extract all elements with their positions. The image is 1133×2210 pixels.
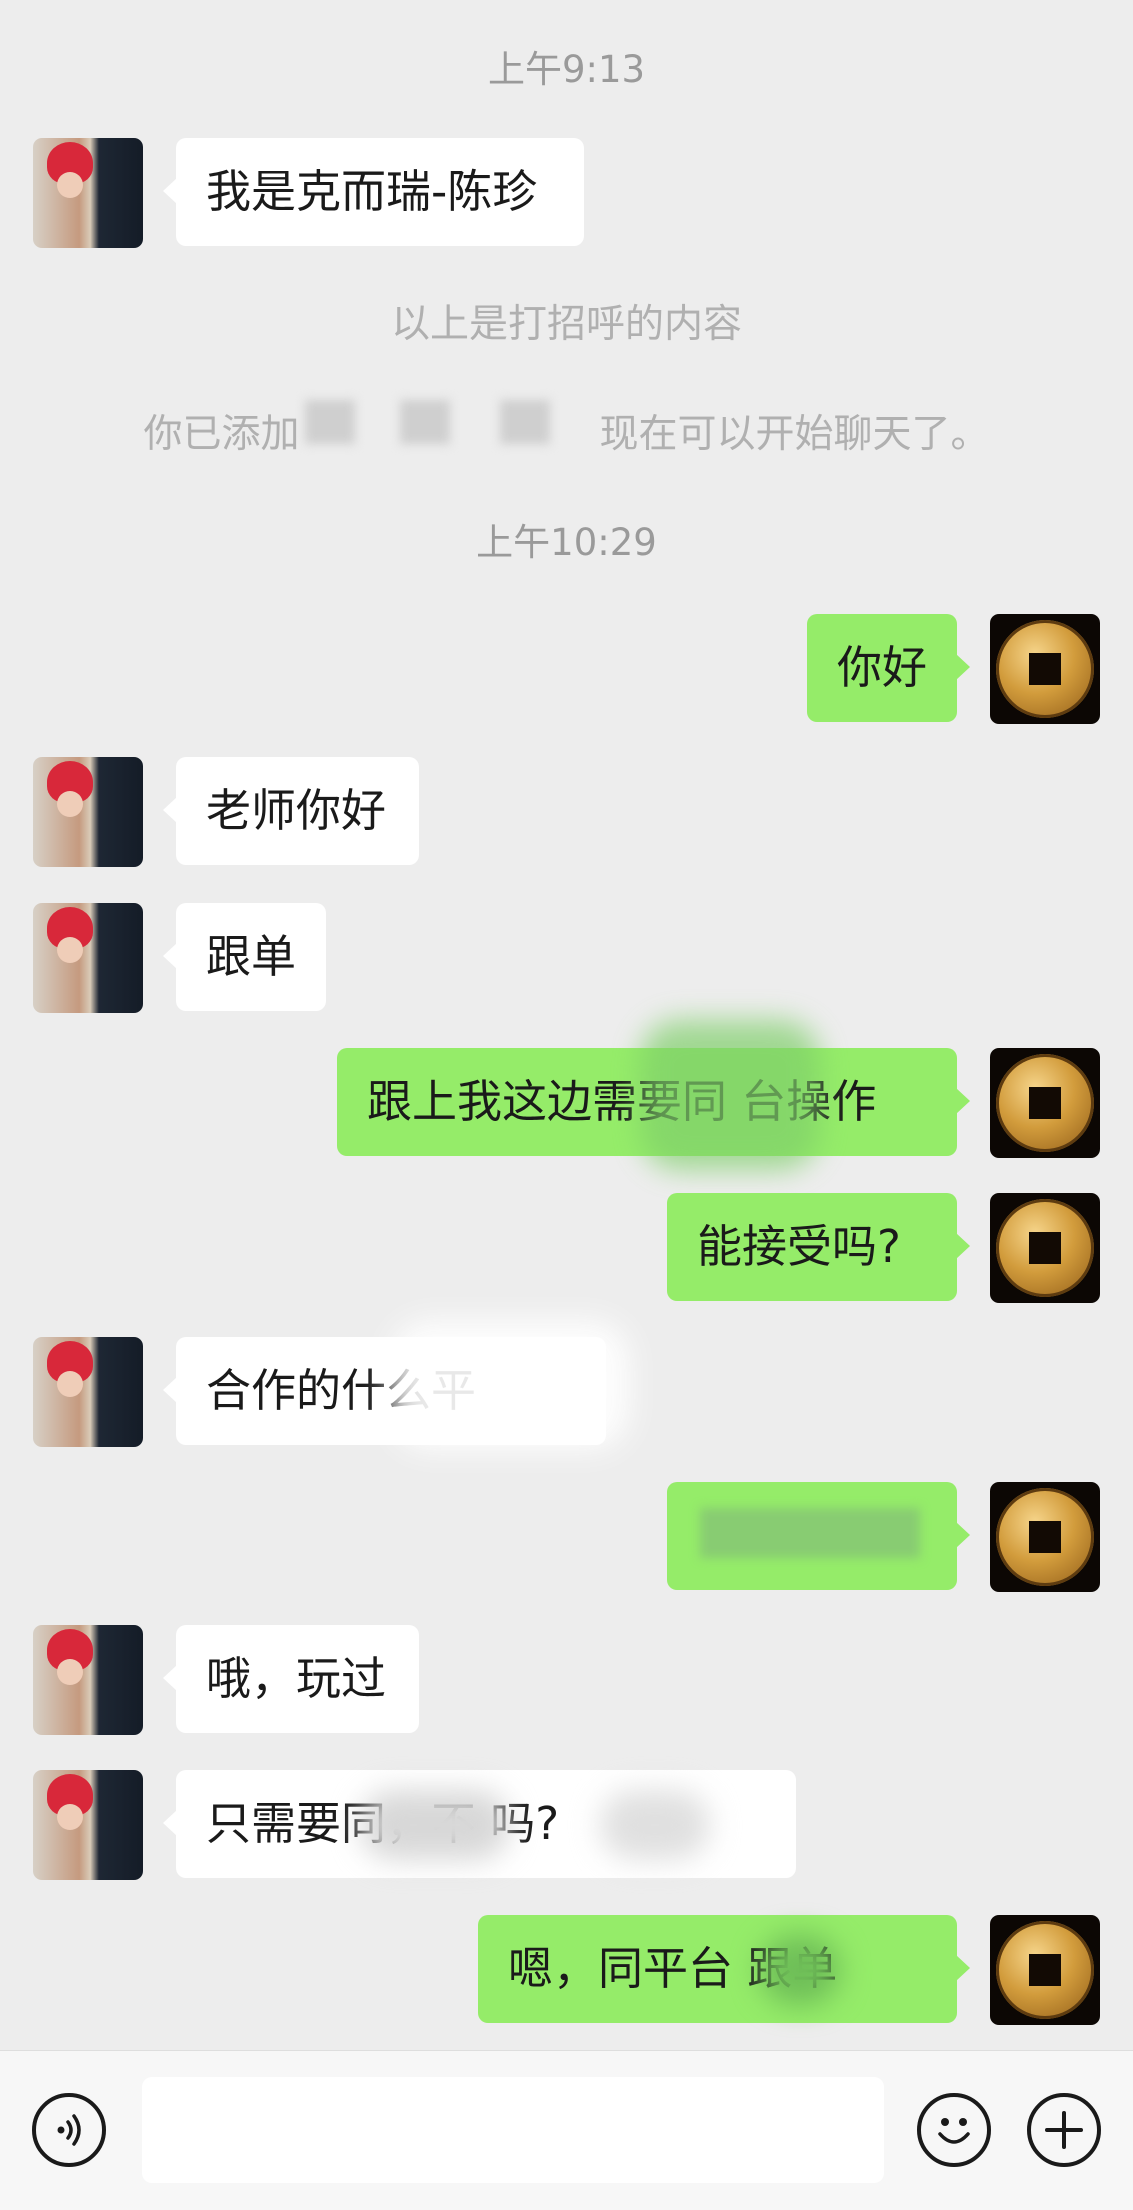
- system-message-greeting: 以上是打招呼的内容: [390, 302, 742, 347]
- my-avatar[interactable]: [990, 1048, 1100, 1158]
- redaction-smudge: [640, 1020, 820, 1170]
- message-bubble-received[interactable]: 跟单: [163, 903, 326, 1011]
- my-avatar[interactable]: [990, 1193, 1100, 1303]
- added-prefix: 你已添加: [143, 412, 300, 457]
- redaction-smudge: [760, 1935, 840, 2005]
- contact-avatar[interactable]: [33, 757, 143, 867]
- redaction-block: [500, 400, 550, 444]
- message-bubble-sent[interactable]: 能接受吗?: [667, 1193, 970, 1301]
- message-bubble-sent[interactable]: 嗯，同平台 跟单: [478, 1915, 970, 2023]
- my-avatar[interactable]: [990, 1482, 1100, 1592]
- message-bubble-received[interactable]: 老师你好: [163, 757, 419, 865]
- redaction-smudge: [390, 1320, 630, 1450]
- contact-avatar[interactable]: [33, 903, 143, 1013]
- contact-avatar[interactable]: [33, 138, 143, 248]
- timestamp: 上午10:29: [476, 521, 657, 564]
- redaction-block: [700, 1508, 920, 1558]
- added-suffix: 现在可以开始聊天了。: [599, 412, 990, 457]
- emoji-icon[interactable]: [917, 2093, 991, 2167]
- contact-avatar[interactable]: [33, 1625, 143, 1735]
- plus-icon[interactable]: [1027, 2093, 1101, 2167]
- contact-avatar[interactable]: [33, 1337, 143, 1447]
- redaction-smudge: [600, 1790, 710, 1860]
- timestamp: 上午9:13: [487, 48, 646, 91]
- my-avatar[interactable]: [990, 1915, 1100, 2025]
- contact-avatar[interactable]: [33, 1770, 143, 1880]
- message-bubble-received[interactable]: 哦，玩过: [163, 1625, 419, 1733]
- message-bubble-sent[interactable]: 你好: [807, 614, 970, 722]
- redaction-smudge: [360, 1790, 510, 1860]
- redaction-block: [400, 400, 450, 444]
- chat-input-bar: [0, 2050, 1133, 2210]
- redaction-block: [305, 400, 355, 444]
- message-bubble-received[interactable]: 我是克而瑞-陈珍: [163, 138, 584, 246]
- voice-icon[interactable]: [32, 2093, 106, 2167]
- my-avatar[interactable]: [990, 614, 1100, 724]
- system-message-added-contact: 你已添加 现在可以开始聊天了。: [0, 410, 1133, 460]
- message-input[interactable]: [142, 2077, 884, 2183]
